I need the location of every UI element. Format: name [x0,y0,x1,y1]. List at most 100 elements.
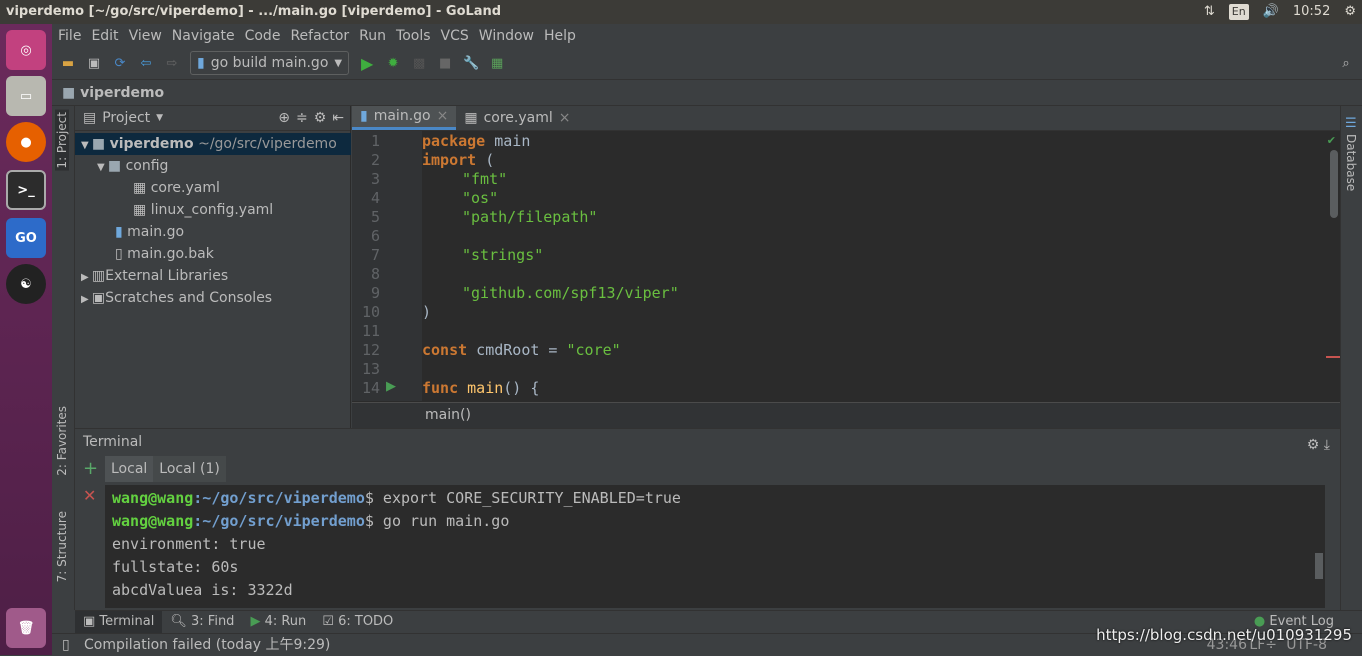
right-tool-stripe: ☰ Database [1340,106,1362,610]
terminal-header: Terminal ⚙ ⤓ [75,428,1340,455]
tab-main-go[interactable]: ▮ main.go × [352,104,457,130]
coverage-icon[interactable]: ▩ [411,55,427,71]
error-marker[interactable] [1326,356,1340,358]
run-configuration-select[interactable]: ▮ go build main.go ▼ [190,51,350,75]
terminal-tab-local-1[interactable]: Local (1) [153,456,226,482]
project-view-selector[interactable]: Project [102,110,150,126]
tree-item-main-go[interactable]: ▮ main.go [75,221,351,243]
status-message[interactable]: Compilation failed (today 上午9:29) [84,637,330,653]
menu-navigate[interactable]: Navigate [172,28,235,44]
network-icon[interactable]: ⇅ [1204,0,1215,24]
settings-gear-icon[interactable]: ⚙ [1344,0,1356,24]
code-editor[interactable]: ▮ main.go × ▦ core.yaml × 1 2 3 4 5 6 7 8 9 … [352,106,1340,428]
window-title-bar: viperdemo [~/go/src/viperdemo] - .../mai… [0,0,1362,24]
clock[interactable]: 10:52 [1293,0,1330,24]
terminal-output[interactable]: wang@wang:~/go/src/viperdemo$ export COR… [105,485,1325,608]
code-line: func main() { [422,379,540,397]
files-icon[interactable]: ▭ [6,76,46,116]
run-icon: ▶ [250,614,265,629]
trash-icon[interactable]: 🗑 [6,608,46,648]
menu-run[interactable]: Run [359,28,386,44]
menu-window[interactable]: Window [479,28,534,44]
tool-tab-find[interactable]: 🔍︎ 3: Find [162,611,242,633]
editor-scrollbar[interactable] [1330,150,1338,218]
debug-icon[interactable]: ✹ [385,55,401,71]
tree-item-scratches[interactable]: ▶ ▣Scratches and Consoles [75,287,351,309]
tool-tab-run[interactable]: ▶ 4: Run [242,611,314,633]
project-panel-header: ▤ Project ▼ ⊕ ≑ ⚙ ⇤ [75,106,350,131]
line-number: 8 [370,265,380,283]
tree-item-external-libraries[interactable]: ▶ ▥External Libraries [75,265,351,287]
tool-window-database[interactable]: Database [1344,134,1358,191]
sdk-icon[interactable]: ▦ [489,55,505,71]
line-number: 10 [361,303,380,321]
menu-view[interactable]: View [129,28,162,44]
tool-window-favorites[interactable]: 2: Favorites [55,406,69,476]
tool-window-project[interactable]: 1: Project [55,110,69,171]
run-gutter-icon[interactable]: ▶ [386,379,396,394]
volume-icon[interactable]: 🔊 [1263,0,1279,24]
tree-item-main-go-bak[interactable]: ▯ main.go.bak [75,243,351,265]
hide-panel-icon[interactable]: ⇤ [332,110,344,126]
open-folder-icon[interactable]: ▬ [60,55,76,71]
todo-icon: ☑ [322,614,339,629]
tab-core-yaml[interactable]: ▦ core.yaml × [456,106,578,130]
terminal-line: wang@wang:~/go/src/viperdemo$ export COR… [112,489,681,507]
chevron-down-icon[interactable]: ▼ [156,113,163,123]
terminal-icon: ▣ [83,614,100,629]
navigation-bar: ■ viperdemo [52,80,1362,106]
terminal-icon[interactable]: >_ [6,170,46,210]
run-icon[interactable]: ▶ [359,54,375,73]
tree-item-linux-config-yaml[interactable]: ▦ linux_config.yaml [75,199,351,221]
terminal-line: wang@wang:~/go/src/viperdemo$ go run mai… [112,512,510,530]
terminal-tab-local[interactable]: Local [105,456,154,482]
gear-icon[interactable]: ⚙ ⤓ [1307,432,1330,459]
firefox-icon[interactable]: ● [6,122,46,162]
keyboard-layout[interactable]: En [1228,4,1249,20]
menu-code[interactable]: Code [245,28,281,44]
search-icon: 🔍︎ [170,614,192,629]
line-number: 3 [370,170,380,188]
line-number: 9 [370,284,380,302]
breadcrumb-main-func[interactable]: main() [425,407,471,423]
line-number: 4 [370,189,380,207]
ubuntu-dash-icon[interactable]: ◎ [6,30,46,70]
tree-item-config[interactable]: ▼ ■ config [75,155,351,177]
status-panel-toggle-icon[interactable]: ▯ [62,634,70,656]
breadcrumb-project[interactable]: viperdemo [80,85,164,101]
tool-tab-terminal[interactable]: ▣ Terminal [75,611,163,633]
back-icon[interactable]: ⇦ [138,55,154,71]
save-icon[interactable]: ▣ [86,55,102,71]
locate-icon[interactable]: ⊕ [278,110,290,126]
menu-tools[interactable]: Tools [396,28,431,44]
tool-tab-todo[interactable]: ☑ 6: TODO [314,611,401,633]
close-icon[interactable]: × [559,106,571,131]
line-number: 7 [370,246,380,264]
terminal-scrollbar[interactable] [1315,553,1323,579]
code-line: "github.com/spf13/viper" [462,284,679,302]
tree-item-viperdemo[interactable]: ▼ ■ viperdemo ~/go/src/viperdemo [75,133,351,155]
menu-vcs[interactable]: VCS [441,28,469,44]
close-icon[interactable]: × [437,104,449,129]
yin-yang-app-icon[interactable]: ☯ [6,264,46,304]
menu-file[interactable]: File [58,28,81,44]
tree-item-core-yaml[interactable]: ▦ core.yaml [75,177,351,199]
gear-icon[interactable]: ⚙ [314,110,327,126]
goland-icon[interactable]: GO [6,218,46,258]
collapse-all-icon[interactable]: ≑ [296,110,308,126]
toolbar: ▬ ▣ ⟳ ⇦ ⇨ ▮ go build main.go ▼ ▶ ✹ ▩ ■ 🔧… [52,47,1362,80]
settings-wrench-icon[interactable]: 🔧 [463,55,479,71]
forward-icon[interactable]: ⇨ [164,55,180,71]
code-breadcrumb: main() [352,402,1340,428]
menu-help[interactable]: Help [544,28,576,44]
left-tool-stripe: 1: Project 2: Favorites 7: Structure [52,106,75,610]
watermark: https://blog.csdn.net/u010931295 [1096,626,1352,644]
menu-refactor[interactable]: Refactor [290,28,349,44]
sync-icon[interactable]: ⟳ [112,55,128,71]
close-session-icon[interactable]: ✕ [83,486,96,505]
search-icon[interactable]: ⌕ [1338,55,1354,71]
menu-edit[interactable]: Edit [91,28,118,44]
stop-icon[interactable]: ■ [437,55,453,71]
code-line: const cmdRoot = "core" [422,341,621,359]
tool-window-structure[interactable]: 7: Structure [55,511,69,582]
